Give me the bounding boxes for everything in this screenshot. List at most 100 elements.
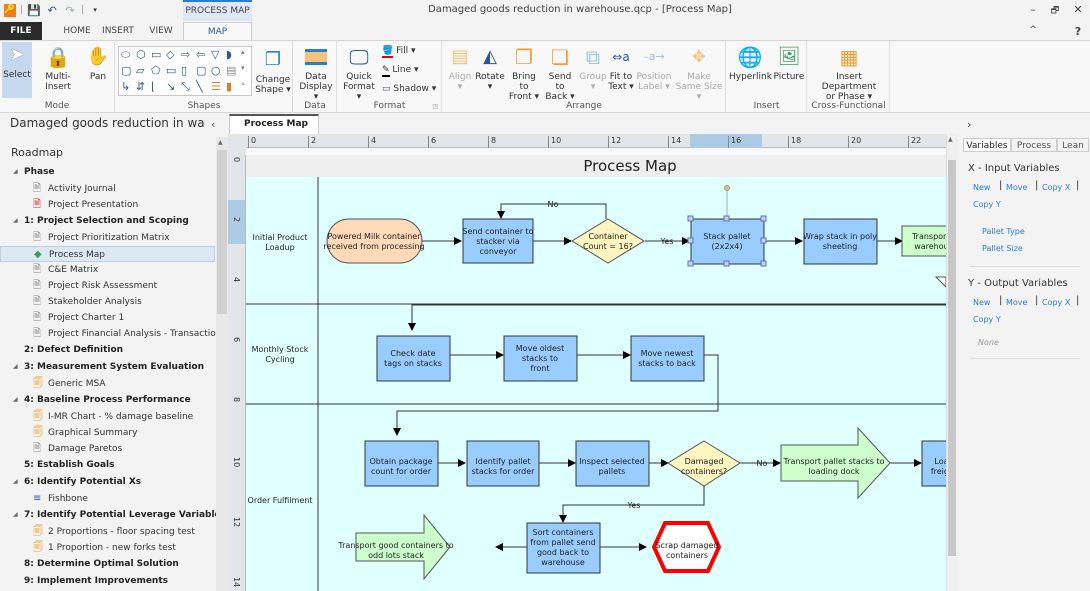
tree-item[interactable]: 🗎 Project Presentation [0,197,215,213]
expand-collapse-icon[interactable]: ◢ [13,213,18,229]
diamond-shape-icon[interactable]: ◇ [166,48,174,61]
delay-shape-icon[interactable]: ◗ [226,48,232,61]
expand-right-panel-icon[interactable]: › [967,118,971,131]
tree-phase[interactable]: 8: Determine Optimal Solution [0,556,215,572]
expand-collapse-icon[interactable]: ◢ [13,474,18,490]
expand-collapse-icon[interactable]: ◢ [13,164,18,180]
x-copy-x-link[interactable]: Copy X [1042,183,1070,192]
gallery-scroll-up[interactable]: ▴ [241,48,245,56]
tree-phase[interactable]: ◢ 6: Identify Potential Xs [0,474,215,490]
cylinder-shape-icon[interactable]: ▯ [181,64,187,77]
tree-item[interactable]: ≡ Fishbone [0,491,215,507]
tab-variables[interactable]: Variables [963,138,1011,152]
minimize-button[interactable]: – [1023,3,1043,17]
tree-item[interactable]: 🗐 Generic MSA [0,376,215,392]
left-panel-scroll-thumb[interactable] [217,150,227,314]
shape-transport[interactable] [901,225,946,257]
tree-phase[interactable]: 9: Implement Improvements [0,573,215,589]
tab-file[interactable]: FILE [0,22,42,40]
triangle-shape-icon[interactable]: ▽ [211,48,219,61]
tab-process-map[interactable]: Process Map × [229,114,319,145]
parallelogram-shape-icon[interactable]: ▱ [136,64,144,77]
bring-to-front-button[interactable]: ❐ Bring to Front ▾ [507,44,541,102]
shadow-button[interactable]: ▭ Shadow ▾ [382,84,436,94]
rectangle-shape-icon[interactable]: ▭ [151,48,161,61]
tree-item[interactable]: 🗎 C&E Matrix [0,262,215,278]
y-new-link[interactable]: New [973,298,990,307]
process-map-canvas[interactable]: Process Map Initial Product Loadup Monthl… [246,155,946,591]
align-button[interactable]: ▤ Align ▾ [447,44,473,93]
tree-phase[interactable]: ◢ Phase [0,164,215,180]
picture-button[interactable]: 🖼 Picture [773,44,805,83]
x-new-link[interactable]: New [973,183,990,192]
line-button[interactable]: ✎ Line ▾ [382,65,419,77]
multi-insert-button[interactable]: 🔒 Multi-Insert [33,44,83,92]
canvas-scroll-up-arrow[interactable]: ▲ [948,136,953,143]
app-icon[interactable]: 🔑 [4,3,16,17]
display-shape-icon[interactable]: ⬠ [151,64,161,77]
gallery-expand[interactable]: ⩡ [241,80,245,89]
tree-item[interactable]: 🗐 I-MR Chart - % damage baseline [0,409,215,425]
group-button[interactable]: ⧉ Group ▾ [579,44,607,92]
hyperlink-button[interactable]: 🌐 Hyperlink [729,44,772,82]
shape-decision[interactable] [571,218,645,264]
send-to-back-button[interactable]: ❏ Send to Back ▾ [543,44,577,102]
tab-map[interactable]: MAP [183,22,252,40]
redo-icon[interactable]: ↷ [63,3,77,17]
shapes-gallery[interactable]: ⬭ ⬡ ▭ ◇ ⇨ ⇦ ▽ ◗ ▢ ▱ ⬠ ▭ ▯ ▢ ○ ▤ ↳ ⇵ ⌊ ↘ … [118,46,252,96]
tab-lean[interactable]: Lean [1057,138,1089,152]
expand-collapse-icon[interactable]: ◢ [13,359,18,375]
tree-item[interactable]: 🗎 Activity Journal [0,181,215,197]
timeline-shape-icon[interactable]: ☰ [211,80,221,93]
tree-item[interactable]: 🗎 Damage Paretos [0,441,215,457]
double-elbow-connector-icon[interactable]: ⇵ [136,80,145,93]
line-connector-icon[interactable]: ╲ [196,80,203,93]
tree-phase[interactable]: 5: Establish Goals [0,457,215,473]
format-dialog-launcher[interactable]: ◳ [432,103,438,110]
circle-shape-icon[interactable]: ○ [211,64,221,77]
quick-format-button[interactable]: 🖵 Quick Format ▾ [340,44,378,102]
tree-phase[interactable]: ◢ 7: Identify Potential Leverage Variable… [0,507,226,523]
fit-to-text-button[interactable]: ⇔a Fit to Text ▾ [607,44,635,92]
tab-home[interactable]: HOME [57,22,97,40]
tree-item[interactable]: 🗎 Project Charter 1 [0,310,215,326]
tree-item[interactable]: 🗎 Project Financial Analysis - Transactio… [0,326,229,342]
canvas-scroll-thumb[interactable] [948,160,956,556]
terminator-shape-icon[interactable]: ⬭ [121,48,130,62]
double-arrow-connector-icon[interactable]: ⤡ [181,80,190,94]
select-button[interactable]: ➤ Select [2,42,32,98]
elbow-connector-icon[interactable]: ↳ [121,80,130,93]
fill-button[interactable]: 🪣 Fill ▾ [382,46,416,58]
x-copy-y-link[interactable]: Copy Y [973,200,1001,209]
collapse-ribbon-button[interactable]: ^ [1023,25,1043,39]
tree-phase[interactable]: ◢ 3: Measurement System Evaluation [0,359,215,375]
pan-button[interactable]: ✋ Pan [85,44,111,83]
tab-insert[interactable]: INSERT [100,22,136,40]
x-variable-item[interactable]: Pallet Size [982,244,1023,253]
tree-phase[interactable]: ◢ 1: Project Selection and Scoping [0,213,215,229]
scroll-up-arrow[interactable]: ▲ [218,139,223,146]
y-copy-y-link[interactable]: Copy Y [973,315,1001,324]
left-arrow-shape-icon[interactable]: ⇦ [196,48,205,61]
rotate-button[interactable]: ◭ Rotate ▾ [475,44,505,93]
rounded-rect-shape-icon[interactable]: ▢ [196,64,206,77]
tree-item[interactable]: 🗎 Project Prioritization Matrix [0,230,215,246]
gallery-scroll-down[interactable]: ▾ [241,64,245,72]
save-icon[interactable]: 💾 [27,3,41,17]
y-move-link[interactable]: Move [1006,298,1027,307]
expand-collapse-icon[interactable]: ◢ [13,392,18,408]
bar-shape-icon[interactable]: ▮ [226,80,232,93]
make-same-size-button[interactable]: ✥ Make Same Size ▾ [674,44,724,103]
tree-item[interactable]: 🗎 Stakeholder Analysis [0,294,215,310]
restore-button[interactable]: 🗗 [1045,3,1065,17]
x-variable-item[interactable]: Pallet Type [982,227,1025,236]
tree-item[interactable]: 🗐 1 Proportion - new forks test [0,540,215,556]
textbox-shape-icon[interactable]: ▤ [226,64,236,77]
help-button[interactable]: ? [1068,25,1088,39]
insert-department-button[interactable]: ▦ Insert Department or Phase ▾ [810,44,888,102]
octagon-shape-icon[interactable]: ⬡ [136,48,146,61]
card-shape-icon[interactable]: ▢ [121,64,131,77]
tree-phase[interactable]: 2: Defect Definition [0,342,215,358]
customize-qat-icon[interactable]: ▾ [88,3,102,17]
y-copy-x-link[interactable]: Copy X [1042,298,1070,307]
